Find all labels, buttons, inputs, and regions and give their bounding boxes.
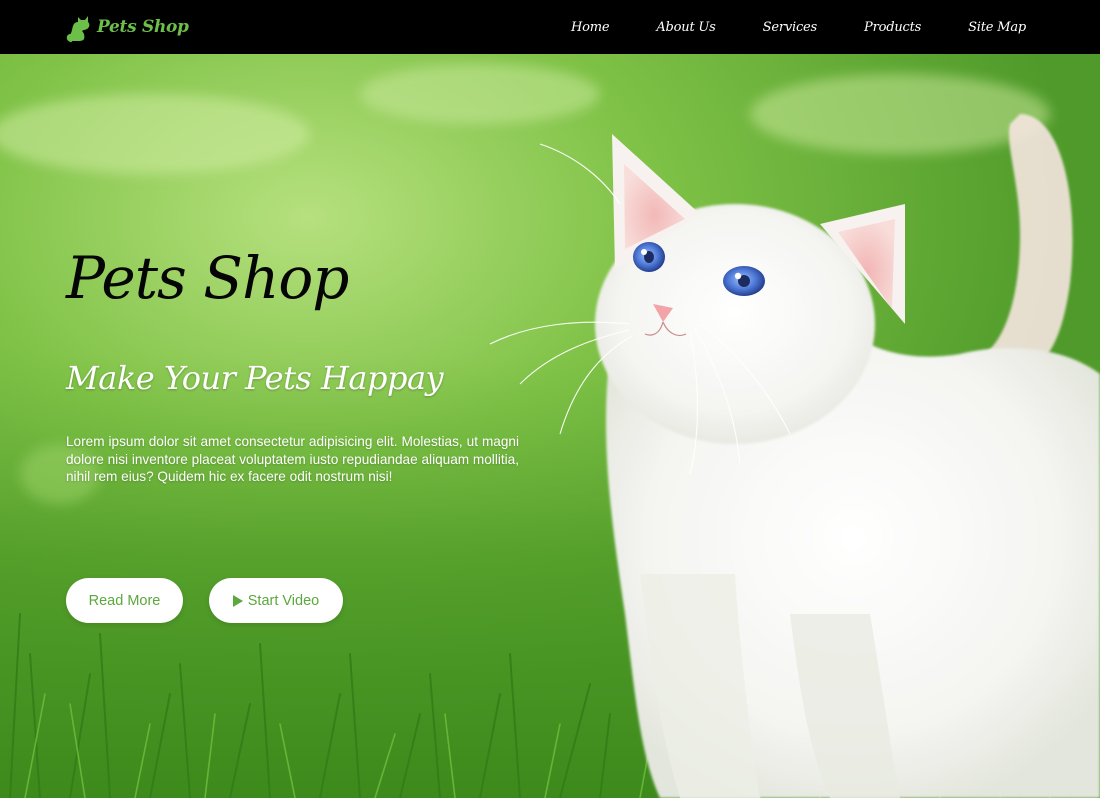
nav-site-map[interactable]: Site Map [968, 20, 1026, 35]
brand-logo-link[interactable]: Pets Shop [66, 10, 189, 44]
hero-subtitle: Make Your Pets Happay [66, 359, 444, 397]
hero-description: Lorem ipsum dolor sit amet consectetur a… [66, 434, 519, 484]
read-more-label: Read More [88, 592, 161, 609]
nav-home[interactable]: Home [571, 20, 610, 35]
nav-about-us[interactable]: About Us [656, 20, 715, 35]
start-video-label: Start Video [247, 592, 320, 609]
read-more-button[interactable]: Read More [66, 578, 183, 623]
hero-content: Pets Shop Make Your Pets Happay Lorem ip… [66, 54, 521, 798]
page: Pets Shop Home About Us Services Product… [0, 0, 1100, 798]
nav-services[interactable]: Services [763, 20, 818, 35]
cat-logo-icon [66, 16, 90, 43]
brand-name: Pets Shop [97, 17, 189, 37]
nav-menu: Home About Us Services Products Site Map [571, 0, 1026, 54]
hero-title: Pets Shop [66, 244, 349, 312]
start-video-button[interactable]: Start Video [209, 578, 343, 623]
top-navbar: Pets Shop Home About Us Services Product… [0, 0, 1100, 54]
nav-products[interactable]: Products [864, 20, 921, 35]
play-icon [232, 594, 243, 607]
hero-section: Pets Shop Make Your Pets Happay Lorem ip… [0, 54, 1100, 798]
